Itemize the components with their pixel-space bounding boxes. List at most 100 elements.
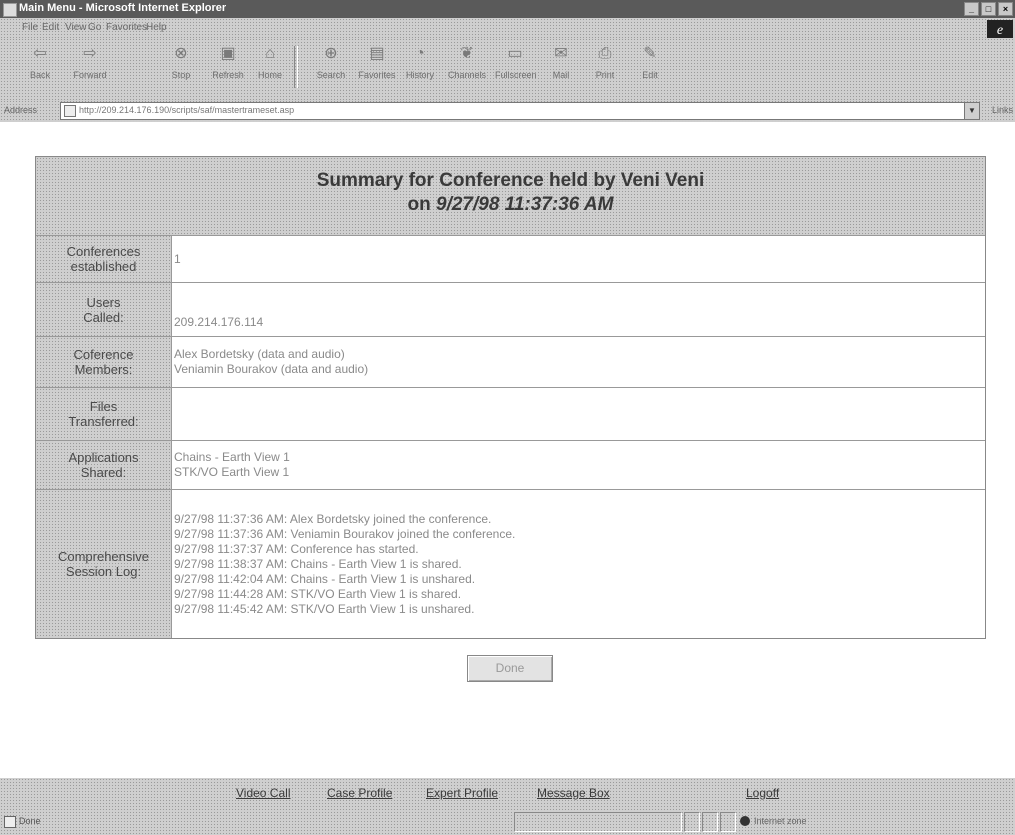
refresh-label: Refresh bbox=[212, 70, 244, 80]
channels-label: Channels bbox=[447, 70, 487, 80]
maximize-icon[interactable]: □ bbox=[981, 2, 996, 16]
row-session-log: Comprehensive Session Log: 9/27/98 11:37… bbox=[36, 489, 985, 638]
row-files: Files Transferred: bbox=[36, 387, 985, 440]
row-label: Comprehensive Session Log: bbox=[36, 490, 171, 638]
summary-date-prefix: on bbox=[407, 194, 437, 215]
favorites-icon: ▤ bbox=[369, 45, 385, 62]
nav-expert-profile[interactable]: Expert Profile bbox=[426, 786, 498, 800]
menu-help[interactable]: Help bbox=[146, 22, 167, 33]
member-item: Veniamin Bourakov (data and audio) bbox=[174, 362, 369, 376]
fullscreen-label: Fullscreen bbox=[495, 70, 537, 80]
status-pane bbox=[720, 812, 736, 832]
channels-icon: ❦ bbox=[460, 45, 474, 62]
fullscreen-button[interactable]: ▭ Fullscreen bbox=[495, 44, 537, 80]
search-button[interactable]: ⊕ Search bbox=[311, 44, 351, 80]
chevron-down-icon[interactable]: ▼ bbox=[964, 103, 979, 119]
address-bar: Address http://209.214.176.190/scripts/s… bbox=[0, 100, 1015, 122]
label-line: established bbox=[70, 259, 137, 274]
print-label: Print bbox=[595, 70, 615, 80]
menu-view[interactable]: View bbox=[65, 22, 87, 33]
page-status-icon bbox=[4, 816, 16, 828]
summary-date-line: on 9/27/98 11:37:36 AM bbox=[36, 192, 985, 216]
label-line: Transferred: bbox=[68, 414, 139, 429]
row-users-called: Users Called: 209.214.176.114 bbox=[36, 282, 985, 336]
forward-button[interactable]: ⇨ Forward bbox=[70, 44, 110, 80]
label-line: Called: bbox=[83, 309, 124, 325]
row-members: Coference Members: Alex Bordetsky (data … bbox=[36, 336, 985, 387]
mail-label: Mail bbox=[552, 70, 570, 80]
edit-button[interactable]: ✎ Edit bbox=[630, 44, 670, 80]
menu-go[interactable]: Go bbox=[88, 22, 101, 33]
refresh-button[interactable]: ▣ Refresh bbox=[208, 44, 248, 80]
window-controls: _ □ × bbox=[964, 2, 1013, 16]
log-entry: 9/27/98 11:37:36 AM: Veniamin Bourakov j… bbox=[174, 526, 516, 541]
conferences-count: 1 bbox=[174, 251, 181, 266]
forward-label: Forward bbox=[73, 70, 107, 80]
history-label: History bbox=[405, 70, 434, 80]
row-value: 9/27/98 11:37:36 AM: Alex Bordetsky join… bbox=[171, 490, 985, 638]
row-conferences: Conferences established 1 bbox=[36, 235, 985, 282]
log-entry: 9/27/98 11:44:28 AM: STK/VO Earth View 1… bbox=[174, 586, 462, 601]
status-pane bbox=[514, 812, 682, 832]
print-icon: ⎙ bbox=[598, 45, 612, 62]
log-entry: 9/27/98 11:37:37 AM: Conference has star… bbox=[174, 541, 419, 556]
summary-table: Summary for Conference held by Veni Veni… bbox=[35, 156, 986, 639]
window-title: Main Menu - Microsoft Internet Explorer bbox=[19, 2, 227, 14]
mail-button[interactable]: ✉ Mail bbox=[541, 44, 581, 80]
links-label[interactable]: Links bbox=[992, 105, 1013, 115]
nav-logoff[interactable]: Logoff bbox=[746, 786, 779, 800]
status-pane bbox=[702, 812, 718, 832]
member-item: Alex Bordetsky (data and audio) bbox=[174, 347, 345, 361]
menu-favorites[interactable]: Favorites bbox=[106, 22, 147, 33]
log-entry: 9/27/98 11:45:42 AM: STK/VO Earth View 1… bbox=[174, 601, 475, 616]
application-item: Chains - Earth View 1 bbox=[174, 450, 290, 464]
row-applications: Applications Shared: Chains - Earth View… bbox=[36, 440, 985, 489]
row-value: Chains - Earth View 1 STK/VO Earth View … bbox=[171, 441, 985, 489]
nav-message-box[interactable]: Message Box bbox=[537, 786, 610, 800]
favorites-button[interactable]: ▤ Favorites bbox=[357, 44, 397, 80]
back-arrow-icon: ⇦ bbox=[33, 45, 47, 62]
mail-icon: ✉ bbox=[554, 45, 568, 62]
refresh-icon: ▣ bbox=[220, 45, 236, 62]
done-button[interactable]: Done bbox=[467, 655, 553, 682]
address-input[interactable]: http://209.214.176.190/scripts/saf/maste… bbox=[60, 102, 980, 120]
stop-button[interactable]: ⊗ Stop bbox=[161, 44, 201, 80]
history-icon: ◔ bbox=[415, 45, 425, 62]
menu-edit[interactable]: Edit bbox=[42, 22, 59, 33]
close-icon[interactable]: × bbox=[998, 2, 1013, 16]
history-button[interactable]: ◔ History bbox=[400, 44, 440, 80]
page-icon bbox=[64, 105, 76, 117]
nav-video-call[interactable]: Video Call bbox=[236, 786, 290, 800]
menu-bar: File Edit View Go Favorites Help bbox=[0, 18, 1015, 38]
forward-arrow-icon: ⇨ bbox=[83, 45, 97, 62]
label-line: Session Log: bbox=[65, 564, 142, 579]
label-line: Conferences bbox=[66, 244, 141, 259]
label-line: Users bbox=[86, 294, 121, 310]
label-line: Shared: bbox=[80, 465, 127, 480]
home-button[interactable]: ⌂ Home bbox=[250, 44, 290, 80]
label-line: Coference bbox=[73, 347, 134, 362]
row-label: Users Called: bbox=[36, 283, 171, 336]
log-entry: 9/27/98 11:42:04 AM: Chains - Earth View… bbox=[174, 571, 476, 586]
print-button[interactable]: ⎙ Print bbox=[585, 44, 625, 80]
minimize-icon[interactable]: _ bbox=[964, 2, 979, 16]
label-line: Comprehensive bbox=[57, 549, 150, 564]
log-entry: 9/27/98 11:37:36 AM: Alex Bordetsky join… bbox=[174, 511, 492, 526]
channels-button[interactable]: ❦ Channels bbox=[447, 44, 487, 80]
row-label: Applications Shared: bbox=[36, 441, 171, 489]
home-label: Home bbox=[257, 70, 282, 80]
stop-label: Stop bbox=[171, 70, 191, 80]
stop-icon: ⊗ bbox=[174, 45, 188, 62]
fullscreen-icon: ▭ bbox=[507, 45, 523, 62]
nav-case-profile[interactable]: Case Profile bbox=[327, 786, 392, 800]
row-label: Files Transferred: bbox=[36, 388, 171, 440]
label-line: Files bbox=[89, 399, 118, 414]
summary-date: 9/27/98 11:37:36 AM bbox=[436, 194, 614, 215]
menu-file[interactable]: File bbox=[22, 22, 38, 33]
status-bar: Done Internet zone bbox=[0, 808, 1015, 835]
row-value: 1 bbox=[171, 236, 985, 282]
bottom-nav: Video Call Case Profile Expert Profile M… bbox=[0, 778, 1015, 808]
back-button[interactable]: ⇦ Back bbox=[20, 44, 60, 80]
back-label: Back bbox=[29, 70, 50, 80]
row-value: 209.214.176.114 bbox=[171, 283, 985, 336]
